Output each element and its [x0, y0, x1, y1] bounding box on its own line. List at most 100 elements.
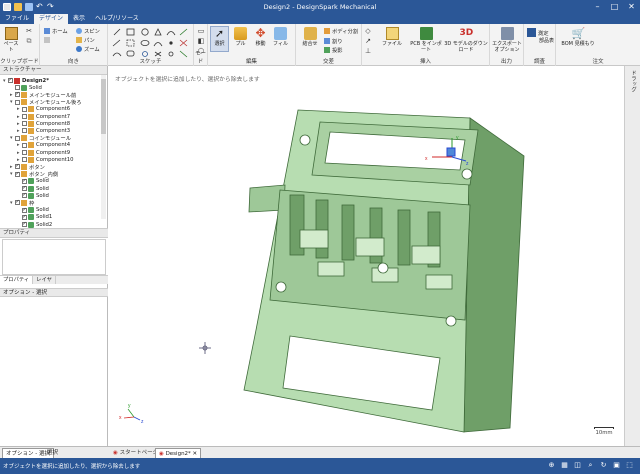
tree-item[interactable]: ▾ コインモジュール	[10, 135, 71, 142]
3d-model[interactable]	[243, 109, 525, 433]
sketch-mode-icon[interactable]: ▭	[197, 27, 205, 35]
visibility-checkbox[interactable]	[15, 85, 20, 91]
tree-item[interactable]: ▸ Component10	[17, 156, 74, 163]
visibility-checkbox[interactable]: ✓	[15, 200, 20, 206]
tab-design2[interactable]: ◉ Design2* ✕	[155, 448, 202, 458]
pan-button[interactable]: パン	[76, 36, 95, 44]
maximize-button[interactable]: □	[606, 0, 623, 14]
visibility-checkbox[interactable]	[22, 157, 27, 163]
pull-button[interactable]: プル	[232, 27, 249, 47]
snap-icon[interactable]: ⊕	[547, 461, 556, 470]
fill-button[interactable]: フィル	[272, 27, 289, 47]
tree-item[interactable]: ✓ Solid	[17, 178, 49, 185]
bom-button[interactable]: 部品表	[538, 38, 555, 44]
export-button[interactable]: エクスポート オプション	[491, 27, 523, 53]
paste-button[interactable]: ペースト	[3, 27, 19, 53]
visibility-checkbox[interactable]	[22, 114, 27, 119]
visibility-checkbox[interactable]: ✓	[22, 207, 27, 213]
plane-insert-icon[interactable]: ◇	[364, 27, 372, 35]
right-panel-label[interactable]: ドラッグ	[629, 70, 637, 92]
zoom-status-icon[interactable]: ⌕	[586, 461, 595, 470]
split-body-button[interactable]: ボディ分割	[324, 27, 358, 35]
structure-scrollbar[interactable]	[101, 75, 106, 219]
visibility-checkbox[interactable]: ✓	[22, 222, 27, 227]
visibility-checkbox[interactable]	[22, 128, 27, 134]
bom-quote-button[interactable]: 🛒 BOM 見積もり	[560, 27, 596, 47]
section-mode-icon[interactable]: ◧	[197, 37, 205, 45]
tree-item[interactable]: ▸ Component6	[17, 106, 70, 113]
visibility-checkbox[interactable]: ✓	[15, 171, 20, 177]
model-canvas[interactable]: x y z x y z	[109, 66, 624, 446]
tab-properties[interactable]: プロパティ	[0, 276, 34, 284]
tree-item[interactable]: ▾ ✓ ボタン_内側	[10, 171, 58, 178]
project-button[interactable]: 投影	[324, 46, 343, 54]
zoom-button[interactable]: ズーム	[76, 45, 100, 53]
tree-item[interactable]: ▸ Component8	[17, 120, 70, 127]
tab-start-page[interactable]: ◉ スタートページ	[110, 448, 161, 458]
tree-item[interactable]: ▸ Component7	[17, 113, 70, 120]
select-button[interactable]: ➚ 選択	[210, 26, 229, 52]
tab-help[interactable]: ヘルプ/リソース	[90, 14, 144, 24]
tree-item[interactable]: ✓ Solid	[17, 207, 49, 214]
tab-design[interactable]: デザイン	[34, 14, 69, 24]
structure-header: ストラクチャー	[0, 66, 107, 75]
visibility-checkbox[interactable]	[22, 106, 27, 112]
copy-icon[interactable]: ⧉	[25, 37, 33, 45]
sketch-tools[interactable]	[108, 26, 194, 58]
close-button[interactable]: ✕	[623, 0, 640, 14]
close-tab-icon[interactable]: ✕	[191, 451, 198, 457]
structure-scroll-thumb[interactable]	[101, 79, 106, 134]
tree-item[interactable]: ▸ Component4	[17, 142, 70, 149]
open-icon[interactable]	[14, 3, 22, 11]
visibility-checkbox[interactable]	[22, 150, 27, 155]
visibility-checkbox[interactable]: ✓	[22, 214, 27, 220]
display-icon[interactable]: ▣	[612, 461, 621, 470]
undo-icon[interactable]: ↶	[36, 3, 44, 11]
visibility-checkbox[interactable]: ✓	[22, 193, 27, 199]
visibility-checkbox[interactable]: ✓	[22, 186, 27, 191]
visibility-checkbox[interactable]: ✓	[15, 164, 20, 170]
tree-item[interactable]: ▸ Component9	[17, 149, 70, 156]
tree-item[interactable]: ✓ Solid2	[17, 221, 52, 228]
combine-button[interactable]: 結合せ	[298, 27, 322, 47]
status-bar: オブジェクトを選択に追加したり、選択から除去します ⊕ ▦ ◫ ⌕ ↻ ▣ ⬚	[0, 458, 640, 474]
visibility-checkbox[interactable]	[15, 135, 20, 141]
measure-button[interactable]: 測定	[527, 28, 549, 37]
plane-button[interactable]	[44, 37, 52, 43]
pcb-import-button[interactable]: PCB をインポート	[408, 27, 444, 53]
visibility-checkbox[interactable]	[22, 142, 27, 148]
rotate-status-icon[interactable]: ↻	[599, 461, 608, 470]
minimize-button[interactable]: –	[589, 0, 606, 14]
redo-icon[interactable]: ↷	[47, 3, 55, 11]
visibility-checkbox[interactable]	[15, 99, 20, 105]
split-button[interactable]: 割り	[324, 37, 343, 45]
visibility-checkbox[interactable]: ✓	[22, 178, 27, 184]
properties-header: プロパティ	[0, 229, 108, 238]
spin-button[interactable]: スピン	[76, 27, 100, 35]
3d-viewport[interactable]: オブジェクトを選択に追加したり、選択から除去します x y z x y z 10…	[109, 66, 624, 446]
tab-select[interactable]: 選択	[44, 448, 61, 458]
visibility-checkbox[interactable]	[22, 121, 27, 127]
tab-layers[interactable]: レイヤ	[33, 276, 56, 284]
visibility-checkbox[interactable]: ✓	[8, 78, 13, 83]
home-button[interactable]: ホーム	[44, 27, 68, 35]
tab-file[interactable]: ファイル	[0, 14, 34, 24]
axis-insert-icon[interactable]: ↗	[364, 37, 372, 45]
tree-item[interactable]: ✓ Solid	[17, 185, 49, 192]
tab-view[interactable]: 表示	[68, 14, 90, 24]
tree-item[interactable]: ▾ ✓ Design2*	[3, 77, 49, 84]
cut-icon[interactable]: ✂	[25, 27, 33, 35]
visibility-checkbox[interactable]: ✓	[15, 92, 20, 98]
download-3d-model-button[interactable]: 3D 3D モデルのダウンロード	[444, 27, 488, 53]
tree-item[interactable]: ▾ メインモジュール後ろ	[10, 99, 82, 106]
move-button[interactable]: ✥ 移動	[252, 27, 269, 48]
save-icon[interactable]	[25, 3, 33, 11]
tree-item[interactable]: ✓ Solid1	[17, 214, 52, 221]
insert-file-button[interactable]: ファイル	[376, 27, 408, 47]
view-triad[interactable]	[123, 408, 141, 421]
origin-insert-icon[interactable]: ⊥	[364, 47, 372, 55]
view-cube-icon[interactable]: ◫	[573, 461, 582, 470]
selection-filter-icon[interactable]: ⬚	[625, 461, 634, 470]
tree-item[interactable]: ▾ ✓ 枠	[10, 199, 34, 207]
grid-icon[interactable]: ▦	[560, 461, 569, 470]
